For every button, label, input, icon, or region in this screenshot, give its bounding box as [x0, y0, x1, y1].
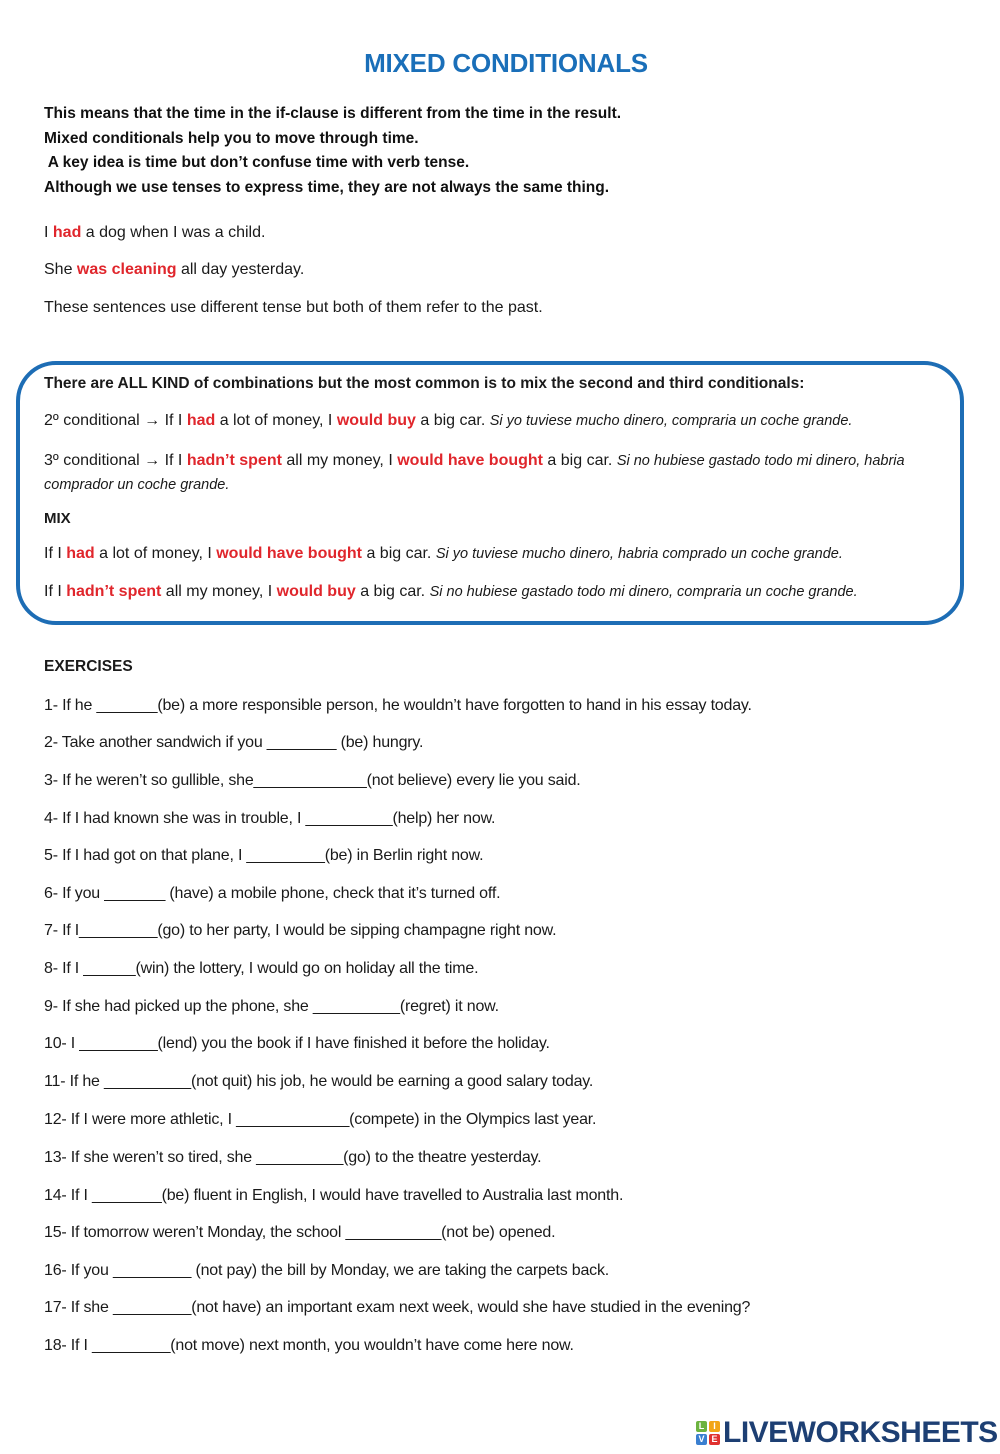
- exercise-item[interactable]: 8- If I ______(win) the lottery, I would…: [44, 960, 479, 978]
- logo-tile: V: [696, 1434, 707, 1445]
- highlight-verb: would have bought: [216, 545, 362, 562]
- mix-label: MIX: [44, 510, 71, 527]
- exercise-item[interactable]: 7- If I_________(go) to her party, I wou…: [44, 922, 557, 940]
- intro-text: This means that the time in the if-claus…: [44, 102, 621, 200]
- intro-line: Mixed conditionals help you to move thro…: [44, 129, 419, 147]
- exercises-heading: EXERCISES: [44, 658, 133, 675]
- exercise-item[interactable]: 3- If he weren’t so gullible, she_______…: [44, 772, 581, 790]
- highlight-verb: would buy: [276, 583, 356, 600]
- text: all my money, I: [161, 583, 277, 600]
- text: If I: [44, 545, 67, 562]
- exercise-item[interactable]: 11- If he __________(not quit) his job, …: [44, 1073, 593, 1091]
- logo-tile: I: [709, 1421, 720, 1432]
- text: a big car.: [415, 412, 490, 429]
- text: all my money, I: [281, 452, 398, 469]
- logo-tile: L: [696, 1421, 707, 1432]
- example-sentence-2: She was cleaning all day yesterday.: [44, 261, 304, 279]
- mix-line-2: If I hadn’t spent all my money, I would …: [44, 583, 858, 601]
- exercise-item[interactable]: 1- If he _______(be) a more responsible …: [44, 697, 752, 715]
- example-sentence-1: I had a dog when I was a child.: [44, 224, 265, 242]
- text: I: [44, 224, 53, 241]
- exercise-item[interactable]: 15- If tomorrow weren’t Monday, the scho…: [44, 1224, 556, 1242]
- highlight-verb: would buy: [336, 412, 416, 429]
- example-note: These sentences use different tense but …: [44, 299, 543, 316]
- highlight-verb: had: [52, 224, 82, 241]
- logo-tile: E: [709, 1434, 720, 1445]
- exercise-item[interactable]: 10- I _________(lend) you the book if I …: [44, 1035, 550, 1053]
- highlight-verb: hadn’t spent: [66, 583, 162, 600]
- exercise-item[interactable]: 9- If she had picked up the phone, she _…: [44, 998, 499, 1016]
- text: 3º conditional → If I: [44, 452, 187, 469]
- text: a big car.: [355, 583, 430, 600]
- text: a lot of money, I: [94, 545, 217, 562]
- intro-line: This means that the time in the if-claus…: [44, 105, 622, 122]
- text: a big car.: [362, 545, 436, 562]
- page-title: MIXED CONDITIONALS: [364, 48, 648, 78]
- text: a big car.: [542, 452, 617, 469]
- mix-line-1: If I had a lot of money, I would have bo…: [44, 545, 843, 563]
- text: a dog when I was a child.: [81, 224, 266, 241]
- text: If I: [44, 583, 67, 600]
- exercise-item[interactable]: 14- If I ________(be) fluent in English,…: [44, 1187, 623, 1205]
- third-conditional-line: 3º conditional → If I hadn’t spent all m…: [44, 449, 954, 497]
- second-conditional-line: 2º conditional → If I had a lot of money…: [44, 412, 852, 430]
- exercise-item[interactable]: 2- Take another sandwich if you ________…: [44, 734, 423, 752]
- live-tiles-icon: L I V E: [696, 1421, 720, 1445]
- spanish-translation: Si no hubiese gastado todo mi dinero, co…: [429, 584, 858, 600]
- highlight-verb: was cleaning: [76, 261, 177, 278]
- highlight-verb: had: [186, 412, 216, 429]
- text: all day yesterday.: [176, 261, 305, 278]
- text: She: [44, 261, 77, 278]
- logo-text: LIVEWORKSHEETS: [723, 1416, 998, 1449]
- exercise-item[interactable]: 18- If I _________(not move) next month,…: [44, 1337, 574, 1355]
- box-heading: There are ALL KIND of combinations but t…: [44, 375, 805, 392]
- exercise-item[interactable]: 5- If I had got on that plane, I _______…: [44, 847, 484, 865]
- exercise-item[interactable]: 4- If I had known she was in trouble, I …: [44, 810, 496, 828]
- highlight-verb: had: [66, 545, 95, 562]
- highlight-verb: hadn’t spent: [186, 452, 282, 469]
- intro-line: A key idea is time but don’t confuse tim…: [44, 154, 470, 171]
- spanish-translation: Si yo tuviese mucho dinero, habria compr…: [435, 546, 843, 562]
- exercise-item[interactable]: 16- If you _________ (not pay) the bill …: [44, 1262, 609, 1280]
- exercise-item[interactable]: 12- If I were more athletic, I _________…: [44, 1111, 596, 1129]
- exercise-item[interactable]: 6- If you _______ (have) a mobile phone,…: [44, 885, 501, 903]
- exercise-item[interactable]: 13- If she weren’t so tired, she _______…: [44, 1149, 542, 1167]
- text: 2º conditional → If I: [44, 412, 187, 429]
- text: a lot of money, I: [215, 412, 337, 429]
- spanish-translation: Si yo tuviese mucho dinero, compraria un…: [489, 413, 853, 429]
- highlight-verb: would have bought: [397, 452, 543, 469]
- intro-line: Although we use tenses to express time, …: [44, 178, 610, 196]
- liveworksheets-logo: L I V E LIVEWORKSHEETS: [696, 1416, 998, 1450]
- exercise-item[interactable]: 17- If she _________(not have) an import…: [44, 1299, 750, 1317]
